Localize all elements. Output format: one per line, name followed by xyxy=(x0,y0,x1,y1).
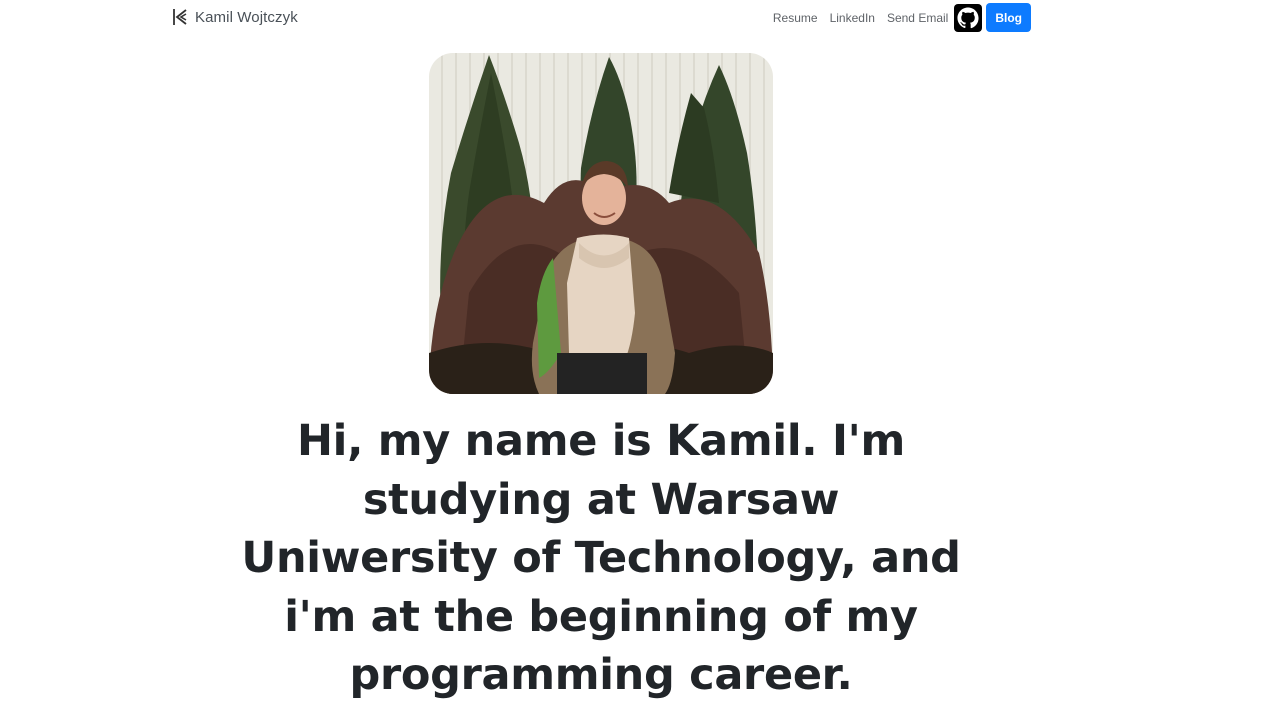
nav-link-send-email[interactable]: Send Email xyxy=(887,11,948,25)
github-icon xyxy=(957,6,979,28)
brand-link[interactable]: Kamil Wojtczyk xyxy=(172,7,298,27)
k-logo-icon xyxy=(173,9,187,25)
github-button[interactable] xyxy=(954,3,983,32)
nav-links: Resume LinkedIn Send Email Blog xyxy=(773,3,1031,32)
blog-button[interactable]: Blog xyxy=(986,3,1031,32)
navbar: Kamil Wojtczyk Resume LinkedIn Send Emai… xyxy=(0,0,1280,36)
nav-link-resume[interactable]: Resume xyxy=(773,11,818,25)
profile-photo xyxy=(429,53,773,394)
brand-name: Kamil Wojtczyk xyxy=(195,8,298,26)
nav-link-linkedin[interactable]: LinkedIn xyxy=(830,11,875,25)
hero-headline: Hi, my name is Kamil. I'm studying at Wa… xyxy=(241,416,961,700)
